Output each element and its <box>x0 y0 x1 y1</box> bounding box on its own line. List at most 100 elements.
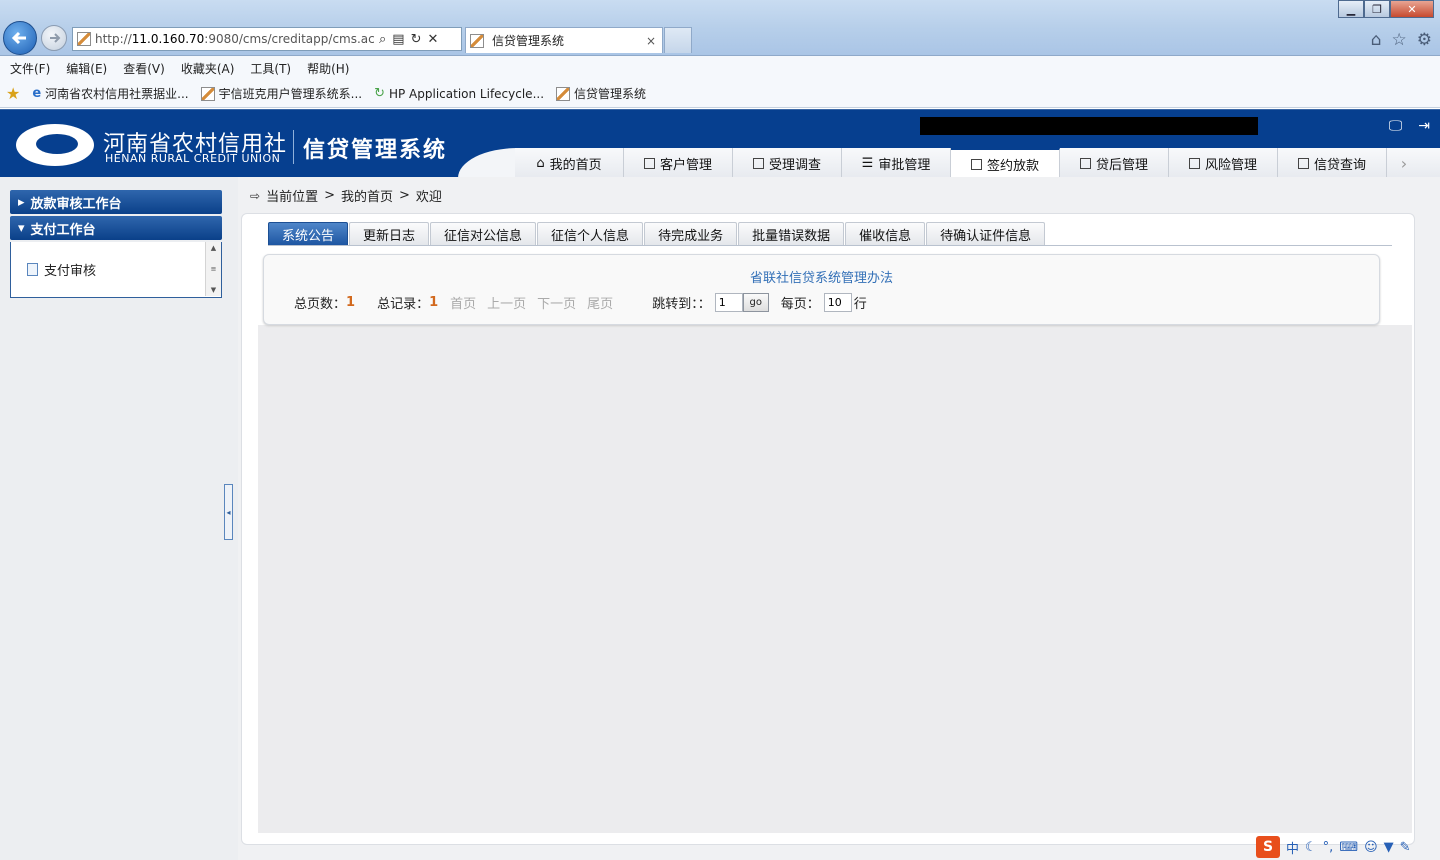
browser-tab[interactable]: 信贷管理系统 × <box>465 27 663 53</box>
collapse-arrow-icon: ▾ <box>18 220 25 236</box>
nav-risk[interactable]: 风险管理 <box>1169 148 1278 178</box>
menu-favorites[interactable]: 收藏夹(A) <box>181 60 235 77</box>
forward-button[interactable] <box>41 25 67 51</box>
tab-collection[interactable]: 催收信息 <box>845 222 926 245</box>
tab-announcements[interactable]: 系统公告 <box>268 222 349 245</box>
signing-icon <box>970 158 982 170</box>
tabs-divider <box>268 245 1392 246</box>
nav-home[interactable]: ⌂ 我的首页 <box>515 148 624 178</box>
scroll-thumb-icon[interactable]: ≡ <box>211 265 217 273</box>
survey-icon <box>752 157 764 169</box>
close-window-button[interactable]: ✕ <box>1390 0 1434 18</box>
org-name-en: HENAN RURAL CREDIT UNION <box>105 152 281 165</box>
content-tabs: 系统公告 更新日志 征信对公信息 征信个人信息 待完成业务 批量错误数据 催收信… <box>268 222 1046 245</box>
menu-tools[interactable]: 工具(T) <box>250 60 291 77</box>
maximize-button[interactable]: ❐ <box>1364 0 1390 18</box>
tab-update-log[interactable]: 更新日志 <box>349 222 430 245</box>
refresh-icon[interactable]: ↻ <box>411 32 422 47</box>
ime-toolbar: S 中 ☾ °, ⌨ ☺ ▼ ✎ <box>1256 834 1440 860</box>
wrench-icon[interactable]: ✎ <box>1400 840 1411 855</box>
nav-customer[interactable]: 客户管理 <box>624 148 733 178</box>
first-page-link[interactable]: 首页 <box>450 293 476 312</box>
tab-pending-business[interactable]: 待完成业务 <box>644 222 738 245</box>
nav-signing[interactable]: 签约放款 <box>951 148 1060 178</box>
menu-help[interactable]: 帮助(H) <box>307 60 349 77</box>
skin-icon[interactable]: ▼ <box>1384 840 1394 855</box>
next-page-link[interactable]: 下一页 <box>537 293 576 312</box>
sidebar-section-loan-review[interactable]: ▸ 放款审核工作台 <box>10 190 222 214</box>
favorites-star-icon[interactable]: ☆ <box>1392 30 1407 50</box>
address-bar[interactable]: http://11.0.160.70:9080/cms/creditapp/cm… <box>72 27 462 51</box>
go-button[interactable]: go <box>742 293 769 312</box>
user-icon[interactable]: ☺ <box>1364 840 1378 855</box>
logout-icon[interactable]: ⇥ <box>1418 118 1430 134</box>
app-header: 河南省农村信用社 HENAN RURAL CREDIT UNION 信贷管理系统… <box>0 109 1440 178</box>
desktop-icon[interactable]: 🖵 <box>1389 118 1403 134</box>
last-page-link[interactable]: 尾页 <box>587 293 613 312</box>
main-content-area <box>258 325 1412 833</box>
sogou-ime-icon[interactable]: S <box>1256 836 1280 858</box>
nav-approval[interactable]: ☰ 审批管理 <box>842 148 951 178</box>
total-pages-value: 1 <box>346 295 356 310</box>
back-arrow-icon <box>11 31 26 45</box>
nav-query[interactable]: 信贷查询 <box>1278 148 1387 178</box>
back-button[interactable] <box>3 21 37 55</box>
search-icon[interactable]: ⌕ <box>379 32 386 47</box>
moon-icon[interactable]: ☾ <box>1305 840 1317 855</box>
list-icon: ☰ <box>861 155 874 171</box>
tab-close-icon[interactable]: × <box>646 34 662 48</box>
jump-page-input[interactable] <box>714 293 743 312</box>
address-url[interactable]: http://11.0.160.70:9080/cms/creditapp/cm… <box>95 32 375 46</box>
prev-page-link[interactable]: 上一页 <box>487 293 526 312</box>
menu-file[interactable]: 文件(F) <box>10 60 50 77</box>
total-records-value: 1 <box>429 295 439 310</box>
tab-corporate-credit[interactable]: 征信对公信息 <box>430 222 537 245</box>
sidebar-panel: 支付审核 ▲ ≡ ▼ <box>10 242 222 298</box>
query-icon <box>1297 157 1309 169</box>
document-icon <box>27 263 38 276</box>
logo-divider <box>293 130 294 164</box>
settings-gear-icon[interactable]: ⚙ <box>1417 30 1432 50</box>
menu-edit[interactable]: 编辑(E) <box>66 60 107 77</box>
per-page-input[interactable] <box>823 293 852 312</box>
system-name: 信贷管理系统 <box>303 138 448 163</box>
favorite-link[interactable]: 信贷管理系统 <box>556 85 646 102</box>
nav-survey[interactable]: 受理调查 <box>733 148 842 178</box>
favorite-link[interactable]: e 河南省农村信用社票据业... <box>32 85 188 102</box>
keyboard-icon[interactable]: ⌨ <box>1339 840 1358 855</box>
compat-view-icon[interactable]: ▤ <box>392 32 404 47</box>
sidebar-section-payment[interactable]: ▾ 支付工作台 <box>10 216 222 240</box>
stop-icon[interactable]: ✕ <box>427 32 438 47</box>
credit-union-logo-icon <box>16 124 94 166</box>
jump-label: 跳转到：： <box>652 297 711 312</box>
sidebar-collapse-toggle[interactable]: ◂ <box>224 484 233 540</box>
favorites-add-icon[interactable]: ★ <box>6 84 20 103</box>
tab-personal-credit[interactable]: 征信个人信息 <box>537 222 644 245</box>
sidebar-scrollbar[interactable]: ▲ ≡ ▼ <box>205 242 221 296</box>
favorite-link[interactable]: 宇信班克用户管理系统系... <box>200 85 362 102</box>
sidebar-item-payment-review[interactable]: 支付审核 <box>27 260 96 279</box>
tab-batch-errors[interactable]: 批量错误数据 <box>738 222 845 245</box>
ie-icon: e <box>32 86 42 101</box>
tab-pending-id-confirm[interactable]: 待确认证件信息 <box>926 222 1046 245</box>
menu-view[interactable]: 查看(V) <box>123 60 165 77</box>
punctuation-icon[interactable]: °, <box>1323 840 1334 855</box>
redacted-user-info <box>920 117 1258 135</box>
minimize-button[interactable]: ▁ <box>1338 0 1364 18</box>
ime-mode[interactable]: 中 <box>1286 838 1299 857</box>
favorite-link[interactable]: ↻ HP Application Lifecycle... <box>374 86 544 101</box>
announcement-link[interactable]: 省联社信贷系统管理办法 <box>264 267 1379 286</box>
page-favicon-icon <box>77 32 91 46</box>
scroll-up-icon[interactable]: ▲ <box>211 244 216 252</box>
nav-postloan[interactable]: 贷后管理 <box>1060 148 1169 178</box>
expand-arrow-icon: ▸ <box>18 194 25 210</box>
new-tab-button[interactable] <box>664 27 692 53</box>
scroll-down-icon[interactable]: ▼ <box>211 286 216 294</box>
total-records-label: 总记录： <box>377 297 430 312</box>
browser-titlebar: http://11.0.160.70:9080/cms/creditapp/cm… <box>0 0 1440 56</box>
nav-scroll-right-icon[interactable]: › <box>1387 148 1421 178</box>
rows-unit: 行 <box>853 297 867 312</box>
total-pages-label: 总页数： <box>294 297 347 312</box>
announcement-box: 省联社信贷系统管理办法 总页数： 1 总记录： 1 首页 上一页 下一页 尾页 … <box>263 254 1380 325</box>
home-icon[interactable]: ⌂ <box>1371 30 1382 50</box>
